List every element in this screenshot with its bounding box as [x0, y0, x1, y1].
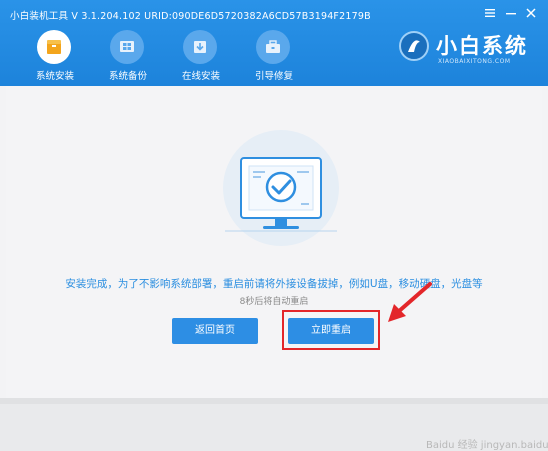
nav-label: 引导修复	[254, 71, 293, 82]
brand-logo-icon	[399, 31, 429, 61]
nav-icon-circle	[110, 30, 144, 64]
nav-icon-circle	[256, 30, 290, 64]
nav-label: 系统备份	[108, 71, 147, 82]
nav-label: 在线安装	[181, 71, 220, 82]
download-icon	[194, 41, 206, 53]
watermark: Baidu 经验 jingyan.baidu.com	[426, 440, 548, 451]
menu-icon[interactable]	[482, 6, 498, 20]
restart-countdown: 8秒后将自动重启	[239, 297, 309, 307]
header-bar: 小白装机工具 V 3.1.204.102 URID:090DE6D5720382…	[0, 0, 548, 86]
nav-item-online-install[interactable]: 在线安装	[166, 30, 236, 82]
window-title: 小白装机工具 V 3.1.204.102 URID:090DE6D5720382…	[10, 11, 371, 22]
restart-highlight-box	[282, 310, 380, 350]
close-icon[interactable]	[523, 6, 539, 20]
app-window: 小白装机工具 V 3.1.204.102 URID:090DE6D5720382…	[0, 0, 548, 451]
nav-item-boot-repair[interactable]: 引导修复	[239, 30, 309, 82]
nav-icon-circle	[37, 30, 71, 64]
brand: 小白系统 XIAOBAIXITONG.COM	[398, 28, 538, 72]
pointer-arrow-icon	[388, 282, 432, 322]
windows-icon	[120, 41, 134, 52]
minimize-icon[interactable]	[503, 6, 519, 20]
nav-item-system-install[interactable]: 系统安装	[20, 30, 90, 82]
box-icon	[47, 40, 61, 54]
install-complete-illustration	[223, 130, 339, 246]
install-complete-message: 安装完成，为了不影响系统部署，重启前请将外接设备拔掉，例如U盘，移动硬盘，光盘等	[65, 278, 483, 290]
main-content: 安装完成，为了不影响系统部署，重启前请将外接设备拔掉，例如U盘，移动硬盘，光盘等…	[6, 86, 548, 451]
brand-name: 小白系统	[436, 34, 528, 58]
window-bottom-edge	[0, 398, 548, 404]
nav-item-system-backup[interactable]: 系统备份	[93, 30, 163, 82]
return-home-button[interactable]: 返回首页	[172, 318, 258, 344]
brand-subtitle: XIAOBAIXITONG.COM	[438, 58, 511, 65]
toolbox-icon	[266, 40, 280, 53]
nav-label: 系统安装	[35, 71, 74, 82]
nav-icon-circle	[183, 30, 217, 64]
